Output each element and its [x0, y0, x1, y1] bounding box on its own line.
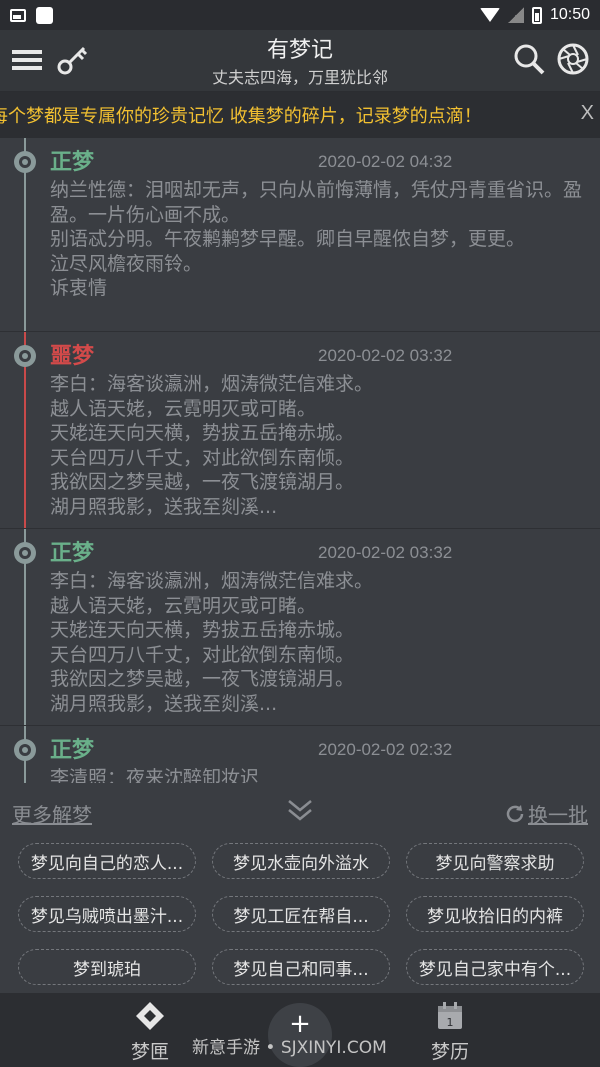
- nav-dream-box[interactable]: 梦匣: [110, 1001, 190, 1064]
- dream-suggestion-chip[interactable]: 梦见向警察求助: [406, 843, 584, 879]
- app-title: 有梦记: [266, 38, 333, 63]
- dream-list: 正梦 2020-02-02 04:32 纳兰性德：泪咽却无声，只向从前悔薄情，凭仗丹…: [0, 138, 600, 783]
- status-bar: 10:50: [0, 0, 600, 30]
- dream-content: 李清照：夜来沈醉卸妆迟: [50, 766, 588, 783]
- dream-type: 噩梦: [50, 344, 95, 369]
- wifi-icon: [479, 8, 500, 22]
- refresh-label: 换一批: [528, 803, 588, 827]
- dream-suggestion-chip[interactable]: 梦见乌贼喷出墨汁...: [18, 896, 196, 932]
- dream-content-line: 我欲因之梦吴越，一夜飞渡镜湖月。: [50, 471, 355, 494]
- close-announcement-button[interactable]: X: [581, 102, 594, 125]
- timeline-dot-icon: [14, 345, 36, 367]
- dream-suggestion-chip[interactable]: 梦见水壶向外溢水: [212, 843, 390, 879]
- svg-text:1: 1: [447, 1016, 454, 1029]
- dream-content-line: 天台四万八千丈，对此欲倒东南倾。: [50, 643, 355, 666]
- timeline-dot-icon: [14, 542, 36, 564]
- dream-content-line: 天台四万八千丈，对此欲倒东南倾。: [50, 446, 355, 469]
- nav-dream-calendar-label: 梦历: [430, 1041, 469, 1063]
- dream-content-line: 李白：海客谈瀛洲，烟涛微茫信难求。: [50, 373, 374, 395]
- dream-suggestion-chip[interactable]: 梦到琥珀: [18, 949, 196, 985]
- nav-dream-box-label: 梦匣: [130, 1041, 169, 1063]
- search-icon[interactable]: [512, 42, 546, 76]
- calendar-icon: 1: [438, 1002, 462, 1029]
- aperture-icon[interactable]: [556, 42, 590, 76]
- dream-content-line: 别语忒分明。午夜鹣鹣梦早醒。卿自早醒侬自梦，更更。: [50, 228, 526, 251]
- dream-date: 2020-02-02 03:32: [318, 346, 453, 365]
- dream-content-line: 李清照：夜来沈醉卸妆迟: [50, 767, 260, 783]
- dream-entry[interactable]: 正梦 2020-02-02 02:32 李清照：夜来沈醉卸妆迟: [0, 726, 600, 783]
- announcement-text: 每个梦都是专属你的珍贵记忆 收集梦的碎片，记录梦的点滴！: [0, 106, 482, 127]
- dream-content-line: 天姥连天向天横，势拔五岳掩赤城。: [50, 422, 355, 445]
- dream-date: 2020-02-02 04:32: [318, 152, 453, 171]
- announcement-bar: 每个梦都是专属你的珍贵记忆 收集梦的碎片，记录梦的点滴！ X: [0, 92, 600, 138]
- dream-content: 李白：海客谈瀛洲，烟涛微茫信难求。 越人语天姥，云霓明灭或可睹。 天姥连天向天横，势…: [50, 372, 588, 520]
- refresh-icon: [506, 804, 524, 822]
- dream-date: 2020-02-02 02:32: [318, 740, 453, 759]
- dream-date: 2020-02-02 03:32: [318, 543, 453, 562]
- app-subtitle: 丈夫志四海，万里犹比邻: [211, 68, 388, 87]
- dream-type: 正梦: [50, 738, 95, 763]
- dream-content-line: 我欲因之梦吴越，一夜飞渡镜湖月。: [50, 668, 355, 691]
- timeline-dot-icon: [14, 151, 36, 173]
- dream-content-line: 李白：海客谈瀛洲，烟涛微茫信难求。: [50, 570, 374, 592]
- status-time: 10:50: [549, 6, 590, 23]
- dream-suggestion-chip[interactable]: 梦见工匠在帮自...: [212, 896, 390, 932]
- dream-content-line: 越人语天姥，云霓明灭或可睹。: [50, 594, 317, 617]
- dream-type: 正梦: [50, 150, 95, 175]
- dream-entry[interactable]: 正梦 2020-02-02 03:32 李白：海客谈瀛洲，烟涛微茫信难求。 越人语天姥…: [0, 529, 600, 726]
- refresh-button[interactable]: 换一批: [504, 799, 588, 828]
- nav-dream-calendar[interactable]: 1 梦历: [410, 1001, 490, 1064]
- bottom-navigation: 梦匣 + 新意手游 • SJXINYI.COM 1 梦历: [0, 993, 600, 1067]
- dream-content: 李白：海客谈瀛洲，烟涛微茫信难求。 越人语天姥，云霓明灭或可睹。 天姥连天向天横，势…: [50, 569, 588, 717]
- dream-type: 正梦: [50, 541, 95, 566]
- dream-suggestion-chip[interactable]: 梦见自己和同事...: [212, 949, 390, 985]
- more-dreams-panel: 更多解梦 换一批 梦见向自己的恋人... 梦见水壶向外溢水 梦见向警察求助梦见乌贼喷…: [0, 783, 600, 993]
- dream-suggestion-chip[interactable]: 梦见向自己的恋人...: [18, 843, 196, 879]
- dream-content-line: 湖月照我影，送我至剡溪...: [50, 692, 278, 715]
- dream-content-line: 诉衷情: [50, 277, 108, 300]
- dream-suggestion-chip[interactable]: 梦见自己家中有个...: [406, 949, 584, 985]
- signal-icon: [507, 7, 524, 23]
- dream-suggestion-chips: 梦见向自己的恋人... 梦见水壶向外溢水 梦见向警察求助梦见乌贼喷出墨汁... 梦见工…: [18, 843, 586, 985]
- dream-content-line: 泣尽风檐夜雨铃。: [50, 252, 203, 275]
- dream-entry[interactable]: 噩梦 2020-02-02 03:32 李白：海客谈瀛洲，烟涛微茫信难求。 越人语天姥…: [0, 332, 600, 529]
- battery-icon: [531, 6, 542, 24]
- image-notification-icon: [10, 8, 26, 22]
- dream-entry[interactable]: 正梦 2020-02-02 04:32 纳兰性德：泪咽却无声，只向从前悔薄情，凭仗丹…: [0, 138, 600, 332]
- more-dreams-link[interactable]: 更多解梦: [12, 799, 92, 828]
- app-notification-icon: [36, 6, 53, 24]
- watermark: 新意手游 • SJXINYI.COM: [192, 1038, 387, 1058]
- dream-content-line: 纳兰性德：泪咽却无声，只向从前悔薄情，凭仗丹青重省识。盈盈。一片伤心画不成。: [50, 179, 583, 226]
- dream-content-line: 湖月照我影，送我至剡溪...: [50, 495, 278, 518]
- chevron-down-icon[interactable]: [286, 797, 314, 825]
- dream-content-line: 天姥连天向天横，势拔五岳掩赤城。: [50, 619, 355, 642]
- dream-content: 纳兰性德：泪咽却无声，只向从前悔薄情，凭仗丹青重省识。盈盈。一片伤心画不成。 别语…: [50, 178, 588, 301]
- timeline-dot-icon: [14, 739, 36, 761]
- app-header: 有梦记 丈夫志四海，万里犹比邻: [0, 30, 600, 92]
- dream-content-line: 越人语天姥，云霓明灭或可睹。: [50, 397, 317, 420]
- diamond-icon: [136, 1002, 164, 1030]
- dream-suggestion-chip[interactable]: 梦见收拾旧的内裤: [406, 896, 584, 932]
